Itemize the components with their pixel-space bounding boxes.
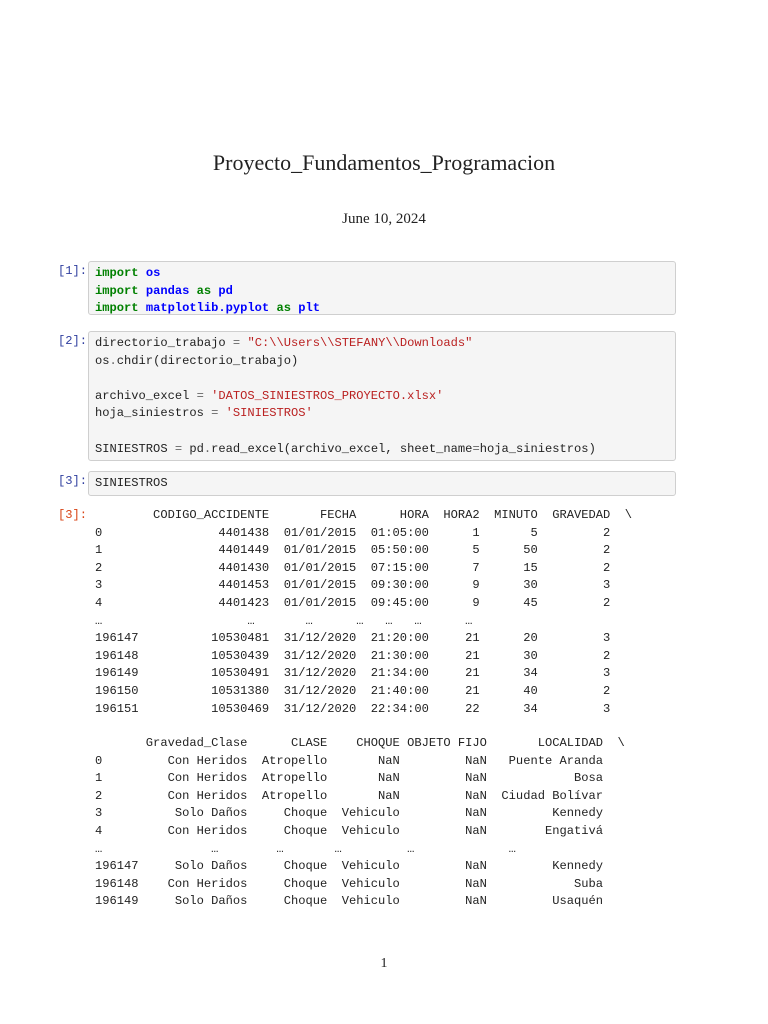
- code-line: directorio_trabajo = "C:\\Users\\STEFANY…: [95, 335, 669, 353]
- table-row: 196149 10530491 31/12/2020 21:34:00 21 3…: [95, 666, 611, 681]
- table-row: 196151 10530469 31/12/2020 22:34:00 22 3…: [95, 701, 611, 716]
- code-cell-2[interactable]: directorio_trabajo = "C:\\Users\\STEFANY…: [88, 331, 676, 461]
- table-row: 196148 Con Heridos Choque Vehiculo NaN S…: [95, 876, 604, 891]
- code-line: ​: [95, 370, 669, 388]
- code-token: hoja_siniestros): [479, 441, 596, 456]
- table-row: … … … … … … …: [95, 613, 473, 628]
- code-token: matplotlib.pyplot: [145, 301, 270, 316]
- table-row: 1 Con Heridos Atropello NaN NaN Bosa: [95, 771, 604, 786]
- table-row: 1 4401449 01/01/2015 05:50:00 5 50 2: [95, 543, 611, 558]
- code-token: import: [95, 301, 139, 316]
- code[interactable]: directorio_trabajo = "C:\\Users\\STEFANY…: [95, 335, 669, 458]
- table-row: … … … … … …: [95, 841, 516, 856]
- code-line: import pandas as pd: [95, 283, 669, 301]
- code[interactable]: import os import pandas as pd import matpl…: [95, 265, 669, 318]
- code-token: archivo_excel: [95, 388, 197, 403]
- table-row: 4 Con Heridos Choque Vehiculo NaN Engati…: [95, 823, 604, 838]
- code-token: os: [95, 353, 110, 368]
- code-line: hoja_siniestros = 'SINIESTROS': [95, 405, 669, 423]
- table-row: 0 4401438 01/01/2015 01:05:00 1 5 2: [95, 525, 611, 540]
- code-token: directorio_trabajo: [95, 336, 233, 350]
- page-number: 1: [380, 956, 388, 971]
- code-token: .: [109, 353, 117, 368]
- code-line: SINIESTROS = pd.read_excel(archivo_excel…: [95, 441, 669, 459]
- code-line: import matplotlib.pyplot as plt: [95, 300, 669, 318]
- output-table-part-2: Gravedad_Clase CLASE CHOQUE OBJETO FIJO …: [95, 735, 625, 911]
- table-row: 3 4401453 01/01/2015 09:30:00 9 30 3: [95, 578, 611, 593]
- code-token: read_excel(archivo_excel, sheet_name: [211, 441, 473, 456]
- table-row: 196147 10530481 31/12/2020 21:20:00 21 2…: [95, 631, 611, 646]
- cell-2-prompt: [2]:: [58, 334, 88, 348]
- code-token: import: [95, 266, 139, 280]
- output-table-part-1: CODIGO_ACCIDENTE FECHA HORA HORA2 MINUTO…: [95, 507, 632, 718]
- code-token: pandas: [145, 283, 190, 298]
- document-title: Proyecto_Fundamentos_Programacion: [212, 150, 556, 175]
- code-cell-1[interactable]: import os import pandas as pd import matpl…: [88, 261, 676, 315]
- table-row: 3 Solo Daños Choque Vehiculo NaN Kennedy: [95, 806, 604, 821]
- table-row: 196150 10531380 31/12/2020 21:40:00 21 4…: [95, 683, 611, 698]
- code-line: archivo_excel = 'DATOS_SINIESTROS_PROYEC…: [95, 388, 669, 406]
- code-token: SINIESTROS: [95, 476, 168, 490]
- code-line: os.chdir(directorio_trabajo): [95, 353, 669, 371]
- code-token: =: [472, 441, 480, 456]
- table-row: 4 4401423 01/01/2015 09:45:00 9 45 2: [95, 595, 611, 610]
- code-token: chdir(directorio_trabajo): [116, 353, 299, 368]
- code-line: ​: [95, 423, 669, 441]
- code-line: import os: [95, 265, 669, 283]
- code-cell-3[interactable]: SINIESTROS: [88, 471, 676, 496]
- code-token: as: [196, 283, 212, 298]
- cell-3-prompt: [3]:: [58, 474, 88, 488]
- code-token: hoja_siniestros: [95, 406, 212, 421]
- code-token: as: [276, 301, 291, 316]
- code-token: SINIESTROS: [95, 441, 175, 456]
- document-date: June 10, 2024: [342, 211, 426, 227]
- code-token: plt: [298, 301, 321, 316]
- output-3-prompt: [3]:: [58, 508, 88, 522]
- table-row: 2 Con Heridos Atropello NaN NaN Ciudad B…: [95, 788, 604, 803]
- code[interactable]: SINIESTROS: [95, 475, 669, 493]
- code-token: pd: [218, 283, 233, 298]
- table-header-row: CODIGO_ACCIDENTE FECHA HORA HORA2 MINUTO…: [95, 508, 633, 522]
- code-token: =: [196, 388, 204, 403]
- code-token: 'SINIESTROS': [225, 406, 313, 421]
- code-token: pd: [182, 441, 204, 456]
- code-token: 'DATOS_SINIESTROS_PROYECTO.xlsx': [211, 388, 444, 403]
- code-token: os: [145, 266, 161, 280]
- table-row: 196149 Solo Daños Choque Vehiculo NaN Us…: [95, 894, 604, 909]
- code-token: "C:\\Users\\STEFANY\\Downloads": [247, 336, 473, 350]
- code-token: import: [95, 283, 139, 298]
- table-row: 2 4401430 01/01/2015 07:15:00 7 15 2: [95, 560, 611, 575]
- table-row: 196148 10530439 31/12/2020 21:30:00 21 3…: [95, 648, 611, 663]
- table-row: 0 Con Heridos Atropello NaN NaN Puente A…: [95, 753, 604, 768]
- table-row: 196147 Solo Daños Choque Vehiculo NaN Ke…: [95, 859, 604, 874]
- code-line: SINIESTROS: [95, 475, 669, 493]
- cell-1-prompt: [1]:: [58, 264, 88, 278]
- table-header-row: Gravedad_Clase CLASE CHOQUE OBJETO FIJO …: [95, 736, 625, 750]
